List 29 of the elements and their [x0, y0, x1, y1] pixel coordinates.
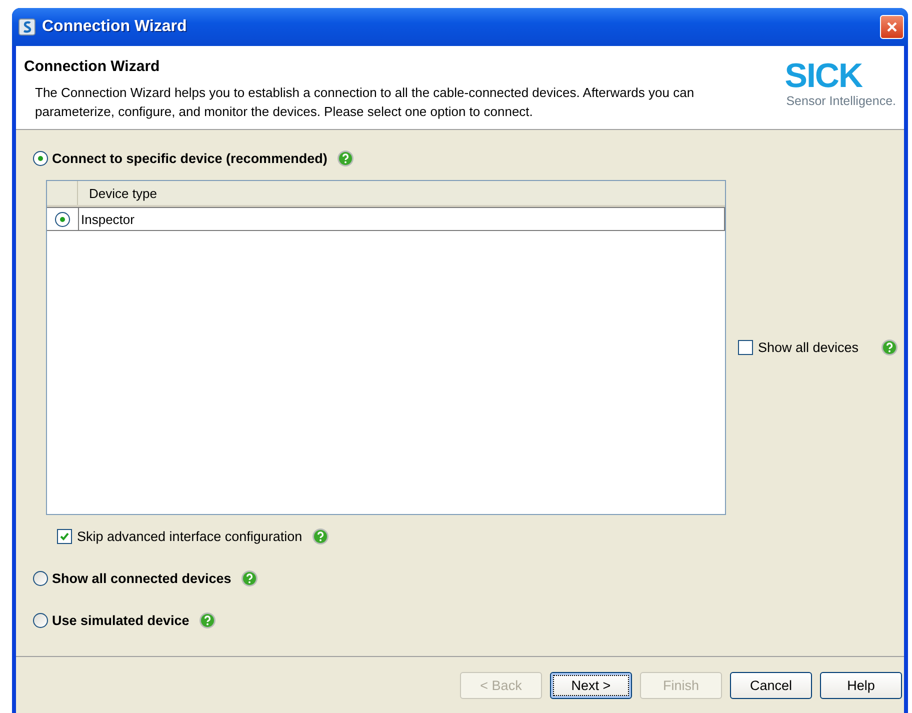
- option-label: Connect to specific device (recommended): [52, 150, 328, 166]
- checkmark-icon: [59, 530, 70, 542]
- window-title: Connection Wizard: [42, 18, 188, 36]
- radio-button[interactable]: [55, 212, 70, 226]
- option-label: Show all connected devices: [52, 570, 232, 586]
- help-icon[interactable]: [312, 528, 330, 544]
- wizard-button[interactable]: Cancel: [730, 672, 812, 698]
- logo-tagline: Sensor Intelligence.: [786, 94, 896, 108]
- radio-button[interactable]: [33, 150, 48, 166]
- column-header[interactable]: Device type: [78, 181, 725, 205]
- app-icon: [18, 18, 36, 36]
- help-icon[interactable]: [199, 612, 216, 628]
- option-label: Use simulated device: [52, 612, 190, 628]
- wizard-button[interactable]: Next >: [550, 672, 632, 698]
- header-title: Connection Wizard: [24, 58, 161, 75]
- close-button[interactable]: [880, 15, 904, 39]
- help-icon[interactable]: [880, 339, 898, 356]
- checkbox[interactable]: [738, 340, 753, 355]
- close-icon: [886, 21, 898, 33]
- radio-button[interactable]: [33, 612, 48, 628]
- checkbox-label: Show all devices: [758, 340, 859, 355]
- checkbox-label: Skip advanced interface configuration: [77, 528, 302, 544]
- radio-button[interactable]: [33, 570, 48, 586]
- checkbox[interactable]: [57, 528, 72, 544]
- description-text: The Connection Wizard helps you to establish a connection to all the cable-connected devices. Afterwards you can parameterize, configure, and monitor the devices. Please select one option to connect.: [34, 84, 696, 121]
- logo-text: SICK: [784, 60, 862, 92]
- wizard-button[interactable]: Help: [820, 672, 902, 698]
- help-icon[interactable]: [241, 570, 258, 586]
- help-icon[interactable]: [337, 150, 354, 166]
